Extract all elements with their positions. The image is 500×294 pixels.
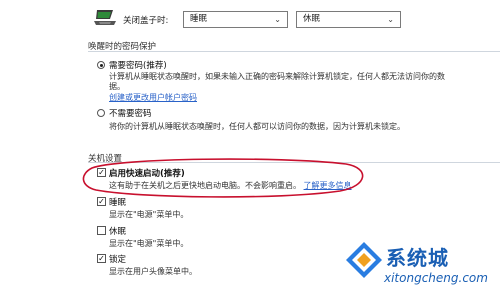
chevron-down-icon: ⌄ (274, 15, 281, 24)
require-password-radio[interactable] (97, 61, 105, 69)
lock-desc: 显示在用户头像菜单中。 (109, 267, 197, 276)
require-password-title: 需要密码(推荐) (109, 61, 167, 71)
annotation-circle (82, 158, 364, 198)
change-password-link[interactable]: 创建或更改用户帐户密码 (109, 92, 197, 103)
laptop-lid-icon (94, 10, 116, 25)
hibernate-desc: 显示在"电源"菜单中。 (109, 239, 189, 248)
lid-battery-select[interactable]: 睡眠 ⌄ (183, 11, 288, 28)
chevron-down-icon: ⌄ (387, 15, 394, 24)
no-password-title: 不需要密码 (109, 109, 152, 119)
watermark-url: xitongcheng.com (384, 271, 488, 285)
lid-pluggedin-value: 休眠 (303, 14, 321, 24)
no-password-radio[interactable] (97, 109, 105, 117)
password-section-divider (88, 51, 500, 52)
sleep-checkbox[interactable]: ✓ (97, 197, 106, 206)
lid-close-label: 关闭盖子时: (123, 16, 169, 26)
hibernate-title: 休眠 (109, 227, 127, 237)
watermark-name: 系统城 (386, 246, 449, 270)
watermark-logo-icon (346, 242, 382, 278)
sleep-desc: 显示在"电源"菜单中。 (109, 210, 189, 219)
lock-checkbox[interactable]: ✓ (97, 254, 106, 263)
hibernate-checkbox[interactable] (97, 226, 106, 235)
lid-pluggedin-select[interactable]: 休眠 ⌄ (296, 11, 401, 28)
no-password-desc: 将你的计算机从睡眠状态唤醒时，任何人都可以访问你的数据，因为计算机未锁定。 (109, 122, 405, 131)
lock-title: 锁定 (109, 255, 127, 265)
sleep-title: 睡眠 (109, 198, 127, 208)
require-password-desc-line1: 计算机从睡眠状态唤醒时，如果未输入正确的密码来解除计算机锁定，任何人都无法访问你… (109, 72, 445, 81)
lid-battery-value: 睡眠 (190, 14, 208, 24)
require-password-desc-line2: 据。 (109, 82, 125, 91)
